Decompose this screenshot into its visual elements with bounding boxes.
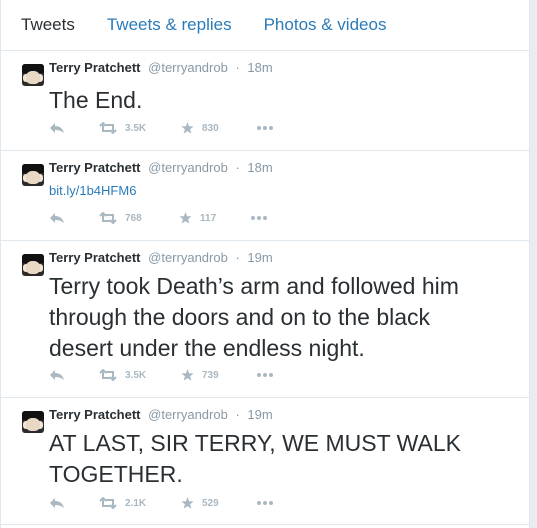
favorite-button[interactable]: 529 [181,497,219,509]
author-name[interactable]: Terry Pratchett [49,160,141,175]
tweet-text: AT LAST, SIR TERRY, WE MUST WALK TOGETHE… [49,430,461,487]
retweet-icon [99,212,117,224]
retweet-icon [99,497,117,509]
more-icon [251,216,267,220]
tweet-actions: 3.5K 830 [49,122,309,136]
tweet[interactable]: Terry Pratchett @terryandrob · 19m AT LA… [1,398,529,525]
reply-button[interactable] [49,369,65,381]
separator: · [235,60,240,75]
reply-icon [50,123,64,133]
favorite-count: 529 [202,497,219,509]
timestamp[interactable]: 19m [247,250,272,265]
profile-timeline: Tweets Tweets & replies Photos & videos … [0,0,530,528]
author-name[interactable]: Terry Pratchett [49,407,141,422]
avatar[interactable] [22,254,44,276]
reply-icon [50,370,64,380]
more-button[interactable] [257,501,273,505]
favorite-button[interactable]: 117 [179,212,216,224]
tweet-actions: 3.5K 739 [49,369,309,383]
timestamp[interactable]: 18m [247,60,272,75]
reply-icon [50,213,64,223]
star-icon [181,497,194,509]
avatar[interactable] [22,64,44,86]
tweet-header: Terry Pratchett @terryandrob · 19m [49,250,273,265]
timeline-tabs: Tweets Tweets & replies Photos & videos [1,0,529,51]
tweet[interactable]: Terry Pratchett @terryandrob · 18m The E… [1,51,529,151]
tab-photos-and-videos[interactable]: Photos & videos [264,15,387,35]
tab-tweets-and-replies[interactable]: Tweets & replies [107,15,232,35]
tweet-text: Terry took Death’s arm and followed him … [49,273,459,361]
retweet-button[interactable]: 3.5K [99,369,146,381]
reply-button[interactable] [49,497,65,509]
retweet-count: 3.5K [125,122,147,134]
more-icon [257,501,273,505]
tweet-link[interactable]: bit.ly/1b4HFM6 [49,182,136,199]
retweet-count: 3.5K [125,369,147,381]
reply-button[interactable] [49,122,65,134]
reply-button[interactable] [49,212,65,224]
favorite-button[interactable]: 739 [181,369,219,381]
separator: · [235,250,240,265]
retweet-icon [99,369,117,381]
avatar[interactable] [22,164,44,186]
separator: · [235,407,240,422]
author-handle[interactable]: @terryandrob [148,60,228,75]
timestamp[interactable]: 19m [247,407,272,422]
retweet-button[interactable]: 768 [99,212,142,224]
separator: · [235,160,240,175]
author-handle[interactable]: @terryandrob [148,407,228,422]
tweet-header: Terry Pratchett @terryandrob · 18m [49,60,273,75]
favorite-count: 117 [200,212,217,224]
tab-tweets[interactable]: Tweets [21,15,75,35]
author-handle[interactable]: @terryandrob [148,160,228,175]
star-icon [181,369,194,381]
reply-icon [50,498,64,508]
tweet-actions: 2.1K 529 [49,497,309,511]
tweet-header: Terry Pratchett @terryandrob · 18m [49,160,273,175]
tweet[interactable]: Terry Pratchett @terryandrob · 19m Terry… [1,241,529,398]
more-button[interactable] [251,216,267,220]
retweet-button[interactable]: 3.5K [99,122,146,134]
retweet-count: 768 [125,212,142,224]
tweet-text: The End. [49,87,143,113]
more-icon [257,373,273,377]
timestamp[interactable]: 18m [247,160,272,175]
more-button[interactable] [257,373,273,377]
favorite-button[interactable]: 830 [181,122,219,134]
retweet-button[interactable]: 2.1K [99,497,146,509]
tweet[interactable]: Terry Pratchett @terryandrob · 18m bit.l… [1,151,529,241]
star-icon [179,212,192,224]
retweet-icon [99,122,117,134]
avatar[interactable] [22,411,44,433]
tweet-actions: 768 117 [49,212,309,226]
tweet-header: Terry Pratchett @terryandrob · 19m [49,407,273,422]
author-name[interactable]: Terry Pratchett [49,250,141,265]
favorite-count: 739 [202,369,219,381]
author-handle[interactable]: @terryandrob [148,250,228,265]
author-name[interactable]: Terry Pratchett [49,60,141,75]
more-button[interactable] [257,126,273,130]
star-icon [181,122,194,134]
retweet-count: 2.1K [125,497,147,509]
favorite-count: 830 [202,122,219,134]
more-icon [257,126,273,130]
